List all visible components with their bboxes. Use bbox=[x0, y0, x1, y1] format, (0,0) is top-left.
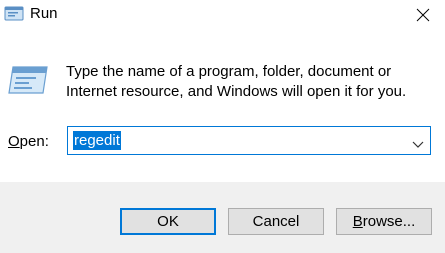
open-label-mnemonic: O bbox=[8, 133, 20, 150]
open-label: Open: bbox=[8, 133, 49, 150]
close-icon bbox=[416, 8, 430, 22]
chevron-down-icon[interactable] bbox=[412, 136, 424, 153]
browse-button[interactable]: Browse... bbox=[336, 208, 432, 235]
run-dialog-icon bbox=[4, 5, 26, 23]
browse-label-rest: rowse... bbox=[362, 213, 416, 230]
dialog-description: Type the name of a program, folder, docu… bbox=[66, 63, 407, 100]
window-title: Run bbox=[30, 5, 58, 22]
title-bar: Run bbox=[0, 0, 445, 32]
open-combobox[interactable]: regedit bbox=[67, 126, 431, 155]
open-label-rest: pen: bbox=[19, 133, 49, 150]
open-input-value[interactable]: regedit bbox=[73, 131, 121, 150]
ok-button[interactable]: OK bbox=[120, 208, 216, 235]
browse-mnemonic: B bbox=[352, 213, 363, 230]
run-program-icon bbox=[7, 63, 51, 97]
cancel-button[interactable]: Cancel bbox=[228, 208, 324, 235]
close-button[interactable] bbox=[400, 0, 445, 30]
